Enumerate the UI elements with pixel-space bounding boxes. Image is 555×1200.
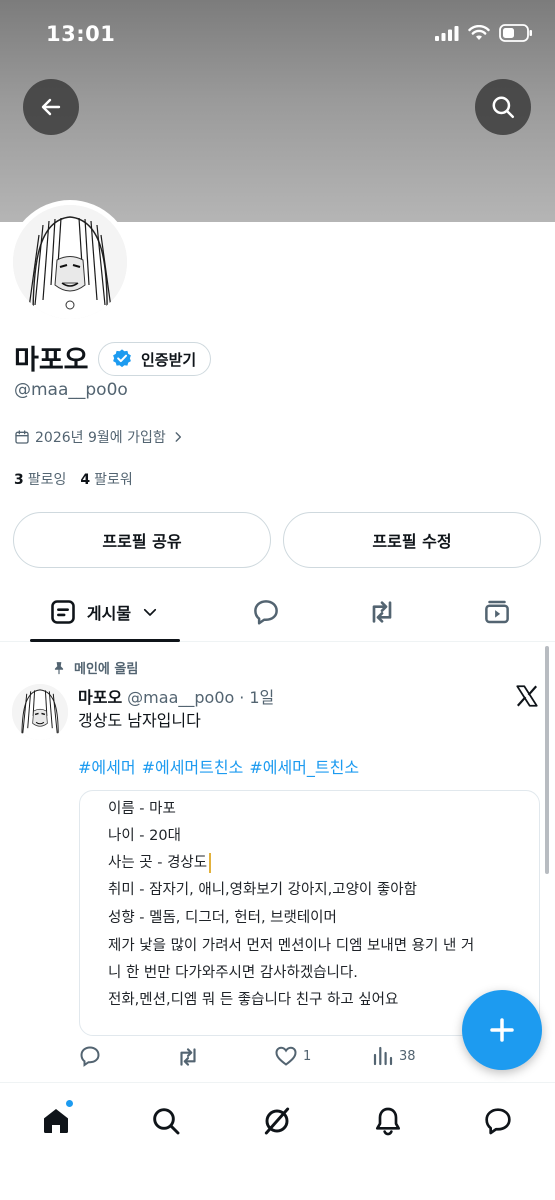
post-text: 갱상도 남자입니다 xyxy=(78,711,201,730)
follow-stats: 3 팔로잉 4 팔로워 xyxy=(14,469,133,489)
nav-home[interactable] xyxy=(34,1099,78,1143)
bottom-nav xyxy=(0,1082,555,1200)
post-separator: · xyxy=(239,688,245,707)
like-count: 1 xyxy=(303,1048,312,1064)
tab-media[interactable] xyxy=(469,582,525,642)
grok-icon xyxy=(264,1107,290,1135)
followers-count: 4 xyxy=(80,472,91,488)
notification-dot xyxy=(65,1099,74,1108)
search-button[interactable] xyxy=(475,79,531,135)
active-tab-indicator xyxy=(30,639,180,642)
retweet-icon xyxy=(180,1048,196,1066)
followers-link[interactable]: 4 팔로워 xyxy=(80,469,132,489)
nav-grok[interactable] xyxy=(255,1099,299,1143)
profile-handle: @maa__po0o xyxy=(14,380,128,400)
home-icon xyxy=(44,1109,68,1133)
card-line: 나이 - 20대 xyxy=(108,828,181,844)
media-icon xyxy=(485,600,509,624)
views-icon xyxy=(373,1046,393,1066)
joined-date[interactable]: 2026년 9월에 가입함 xyxy=(14,427,185,447)
chevron-down-icon xyxy=(144,608,157,616)
joined-date-label: 2026년 9월에 가입함 xyxy=(35,430,166,446)
profile-screen: 13:01 마포오 인증받기 @maa__po0o 2026년 9월에 가입함 … xyxy=(0,0,555,1200)
pin-icon xyxy=(54,661,64,674)
compose-plus-icon xyxy=(490,1018,514,1042)
text-cursor xyxy=(209,853,212,873)
pinned-label: 메인에 올림 xyxy=(74,662,139,677)
reply-button[interactable] xyxy=(78,1044,102,1068)
retweet-icon xyxy=(372,601,392,623)
tab-posts[interactable]: 게시물 xyxy=(28,582,180,642)
verified-badge-icon xyxy=(113,349,131,368)
card-line-text: 사는 곳 - 경상도 xyxy=(108,855,208,871)
hashtag-link[interactable]: #에세머 xyxy=(78,754,136,778)
like-icon xyxy=(275,1046,297,1066)
like-button[interactable]: 1 xyxy=(273,1044,311,1068)
reply-icon xyxy=(80,1046,100,1067)
get-verified-button[interactable]: 인증받기 xyxy=(98,342,212,376)
edit-profile-button[interactable]: 프로필 수정 xyxy=(283,512,541,568)
post-header: 마포오 @maa__po0o · 1일 xyxy=(78,684,274,708)
nav-notifications[interactable] xyxy=(366,1099,410,1143)
pinned-indicator: 메인에 올림 xyxy=(52,658,138,677)
post-author-handle[interactable]: @maa__po0o xyxy=(127,688,234,707)
search-icon xyxy=(153,1108,180,1135)
avatar-image xyxy=(13,205,127,319)
post-hashtags: #에세머 #에세머트친소 #에세머_트친소 xyxy=(78,754,359,778)
status-bar: 13:01 xyxy=(0,0,555,70)
messages-icon xyxy=(485,1108,511,1135)
signal-icon xyxy=(435,26,459,41)
compose-button[interactable] xyxy=(462,990,542,1070)
profile-tabs: 게시물 xyxy=(0,582,555,642)
status-time: 13:01 xyxy=(46,22,116,46)
back-arrow-icon xyxy=(41,98,61,116)
card-line: 니 한 번만 다가와주시면 감사하겠습니다. xyxy=(108,965,358,981)
status-icons xyxy=(435,24,533,42)
bell-icon xyxy=(376,1107,400,1136)
search-icon xyxy=(492,96,514,118)
tab-replies[interactable] xyxy=(238,582,294,642)
post-age: 1일 xyxy=(249,688,275,707)
back-button[interactable] xyxy=(23,79,79,135)
x-logo-icon xyxy=(514,683,540,713)
tab-posts-label: 게시물 xyxy=(86,604,132,623)
hashtag-link[interactable]: #에세머_트친소 xyxy=(249,754,359,778)
post-avatar[interactable] xyxy=(12,684,68,740)
followers-label: 팔로워 xyxy=(94,472,133,488)
card-line: 이름 - 마포 xyxy=(108,801,176,817)
views-button[interactable]: 38 xyxy=(371,1044,416,1068)
get-verified-label: 인증받기 xyxy=(141,350,197,369)
hashtag-link[interactable]: #에세머트친소 xyxy=(142,754,244,778)
post-author-name[interactable]: 마포오 xyxy=(78,684,122,708)
card-line: 성향 - 멜돔, 디그더, 헌터, 브랫테이머 xyxy=(108,910,337,926)
battery-icon xyxy=(499,24,532,42)
view-count: 38 xyxy=(399,1048,416,1064)
scrollbar[interactable] xyxy=(545,646,549,874)
tab-reposts[interactable] xyxy=(354,582,410,642)
following-link[interactable]: 3 팔로잉 xyxy=(14,469,66,489)
wifi-icon xyxy=(468,25,490,40)
following-label: 팔로잉 xyxy=(27,472,67,488)
post-image-card[interactable]: 이름 - 마포 나이 - 20대 사는 곳 - 경상도 취미 - 잠자기, 애니… xyxy=(79,790,540,1036)
repost-button[interactable] xyxy=(175,1044,201,1070)
card-line: 취미 - 잠자기, 애니,영화보기 강아지,고양이 좋아함 xyxy=(108,882,417,898)
card-line: 전화,멘션,디엠 뭐 든 좋습니다 친구 하고 싶어요 xyxy=(108,992,399,1008)
card-line: 제가 낯을 많이 가려서 먼저 멘션이나 디엠 보내면 용기 낸 거 xyxy=(108,938,475,954)
share-profile-button[interactable]: 프로필 공유 xyxy=(13,512,271,568)
nav-search[interactable] xyxy=(144,1099,188,1143)
nav-messages[interactable] xyxy=(476,1099,520,1143)
following-count: 3 xyxy=(14,472,24,488)
calendar-icon xyxy=(15,430,29,444)
reply-bubble-icon xyxy=(254,600,278,625)
posts-icon xyxy=(51,600,75,624)
chevron-right-icon xyxy=(175,432,181,442)
card-line: 사는 곳 - 경상도 xyxy=(108,851,212,873)
profile-name: 마포오 xyxy=(14,345,89,376)
profile-avatar[interactable] xyxy=(8,200,132,324)
